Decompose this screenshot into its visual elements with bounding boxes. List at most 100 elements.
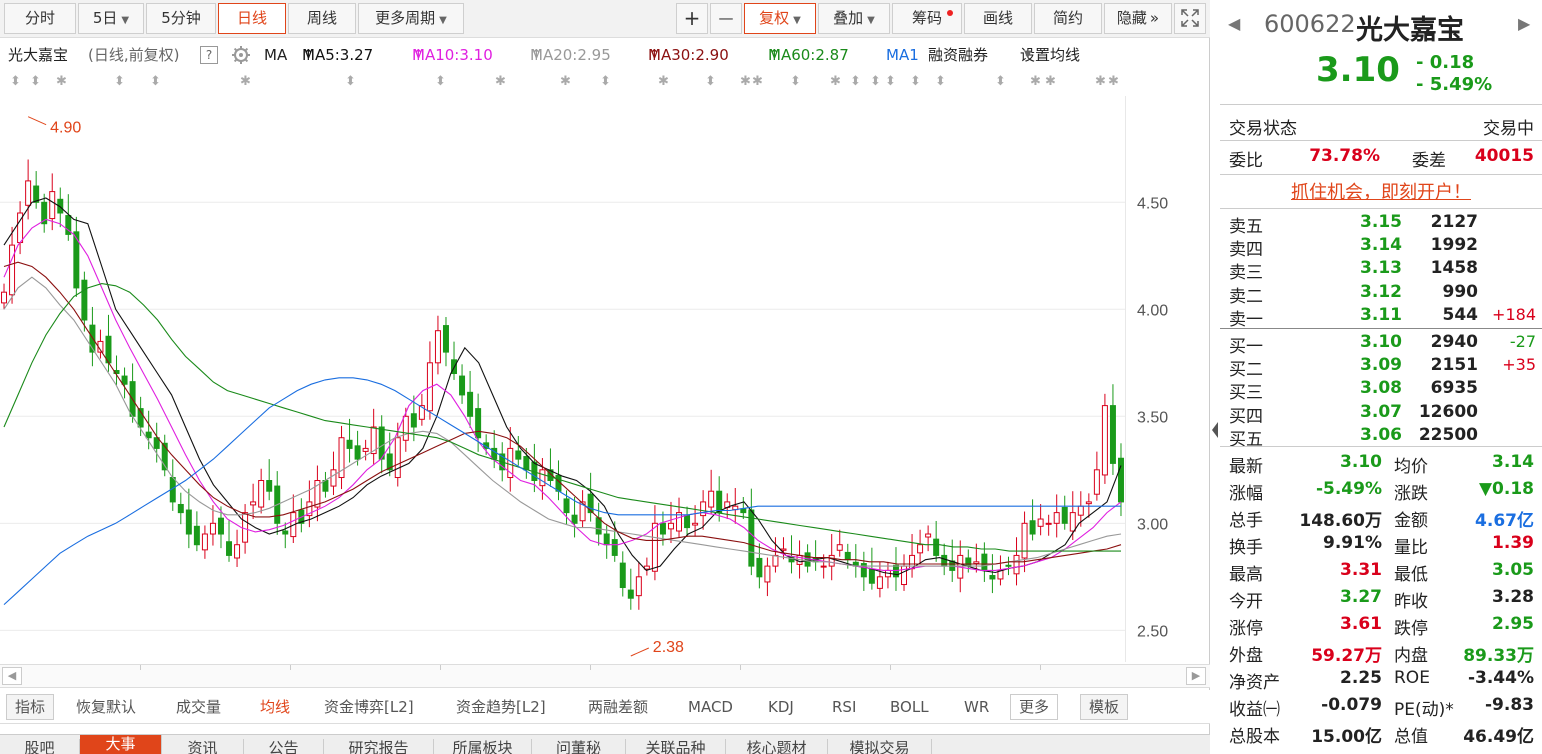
event-arrow-icon[interactable]: ⬍ [870, 74, 881, 89]
open-account-link[interactable]: 抓住机会，即刻开户！ [1220, 178, 1542, 206]
event-arrow-icon[interactable]: ⬍ [30, 74, 41, 89]
candle[interactable] [274, 471, 281, 535]
orderbook-price[interactable]: 3.09 [1320, 355, 1402, 375]
indicator-margin-diff[interactable]: 两融差额 [588, 694, 648, 720]
template-button[interactable]: 模板 [1080, 694, 1129, 720]
candle[interactable] [1037, 504, 1044, 536]
candle[interactable] [266, 459, 273, 501]
candle[interactable] [121, 367, 128, 399]
orderbook-price[interactable]: 3.11 [1320, 305, 1402, 325]
event-star-icon[interactable]: ✱ [1108, 74, 1119, 89]
candle[interactable] [828, 534, 835, 581]
candle[interactable] [33, 171, 40, 209]
bottom-tab-1[interactable]: 大事 [80, 735, 162, 754]
candle[interactable] [507, 427, 514, 492]
panel-collapse-icon[interactable] [1210, 400, 1220, 460]
event-star-icon[interactable]: ✱ [658, 74, 669, 89]
candle[interactable] [418, 393, 425, 426]
indicator-macd[interactable]: MACD [688, 694, 733, 720]
candle[interactable] [1117, 443, 1124, 517]
orderbook-price[interactable]: 3.08 [1320, 378, 1402, 398]
event-arrow-icon[interactable]: ⬍ [935, 74, 946, 89]
event-arrow-icon[interactable]: ⬍ [150, 74, 161, 89]
help-button[interactable]: ? [200, 46, 218, 64]
scroll-left-button[interactable]: ◀ [2, 667, 22, 685]
indicator-kdj[interactable]: KDJ [768, 694, 794, 720]
candle[interactable] [9, 226, 16, 304]
period-daily[interactable]: 日线 [218, 3, 286, 34]
candle[interactable] [338, 425, 345, 490]
candle[interactable] [989, 554, 996, 594]
candle[interactable] [909, 534, 916, 578]
candle[interactable] [756, 543, 763, 589]
candlestick-chart[interactable]: 4.50 4.00 3.50 3.00 2.50 4.90 2.38 [0, 96, 1210, 662]
chart-scrollbar[interactable]: ◀ ▶ [0, 664, 1210, 688]
candle[interactable] [571, 496, 578, 538]
event-arrow-icon[interactable]: ⬍ [790, 74, 801, 89]
candle[interactable] [981, 542, 988, 582]
orderbook-price[interactable]: 3.15 [1320, 212, 1402, 232]
candle[interactable] [892, 547, 899, 591]
event-arrow-icon[interactable]: ⬍ [910, 74, 921, 89]
candle[interactable] [89, 306, 96, 367]
simple-button[interactable]: 简约 [1034, 3, 1102, 34]
candle[interactable] [635, 561, 642, 610]
candle[interactable] [764, 557, 771, 597]
candle[interactable] [258, 468, 265, 514]
event-star-icon[interactable]: ✱ [1030, 74, 1041, 89]
bottom-tab-5[interactable]: 所属板块 [434, 739, 532, 754]
candle[interactable] [1029, 499, 1036, 541]
candle[interactable] [17, 201, 24, 255]
candle[interactable] [748, 488, 755, 576]
candle[interactable] [1093, 451, 1100, 501]
candle[interactable] [402, 407, 409, 452]
candle[interactable] [917, 529, 924, 565]
prev-stock-button[interactable]: ◀ [1228, 14, 1240, 33]
zoom-in-button[interactable]: + [676, 3, 708, 34]
candle[interactable] [298, 498, 305, 533]
candle[interactable] [97, 329, 104, 359]
candle[interactable] [467, 370, 474, 428]
period-more[interactable]: 更多周期 ▼ [358, 3, 464, 34]
candle[interactable] [836, 529, 843, 557]
indicator-volume[interactable]: 成交量 [176, 694, 221, 720]
candle[interactable] [386, 432, 393, 477]
period-weekly[interactable]: 周线 [288, 3, 356, 34]
candle[interactable] [234, 529, 241, 567]
event-star-icon[interactable]: ✱ [752, 74, 763, 89]
next-stock-button[interactable]: ▶ [1518, 14, 1530, 33]
gear-icon[interactable] [230, 40, 252, 76]
candle[interactable] [201, 525, 208, 559]
candle[interactable] [169, 459, 176, 511]
event-star-icon[interactable]: ✱ [740, 74, 751, 89]
orderbook-price[interactable]: 3.06 [1320, 425, 1402, 445]
event-star-icon[interactable]: ✱ [830, 74, 841, 89]
candle[interactable] [1053, 494, 1060, 538]
candle[interactable] [426, 341, 433, 420]
bottom-tab-0[interactable]: 股吧 [0, 739, 80, 754]
candle[interactable] [860, 551, 867, 591]
candle[interactable] [708, 469, 715, 514]
candle[interactable] [619, 551, 626, 597]
event-arrow-icon[interactable]: ⬍ [435, 74, 446, 89]
bottom-tab-2[interactable]: 资讯 [162, 739, 244, 754]
event-star-icon[interactable]: ✱ [240, 74, 251, 89]
event-arrow-icon[interactable]: ⬍ [995, 74, 1006, 89]
indicator-boll[interactable]: BOLL [890, 694, 929, 720]
event-arrow-icon[interactable]: ⬍ [10, 74, 21, 89]
candle[interactable] [515, 436, 522, 466]
candle[interactable] [113, 355, 120, 386]
event-arrow-icon[interactable]: ⬍ [600, 74, 611, 89]
event-arrow-icon[interactable]: ⬍ [705, 74, 716, 89]
event-star-icon[interactable]: ✱ [56, 74, 67, 89]
period-5day[interactable]: 5日 ▼ [78, 3, 144, 34]
candle[interactable] [330, 451, 337, 496]
indicator-fund-game[interactable]: 资金博弈[L2] [324, 694, 414, 720]
event-arrow-icon[interactable]: ⬍ [850, 74, 861, 89]
candle[interactable] [933, 520, 940, 562]
candle[interactable] [459, 364, 466, 404]
indicator-wr[interactable]: WR [964, 694, 989, 720]
candle[interactable] [137, 396, 144, 436]
candle[interactable] [1109, 384, 1116, 475]
candle[interactable] [1061, 495, 1068, 530]
